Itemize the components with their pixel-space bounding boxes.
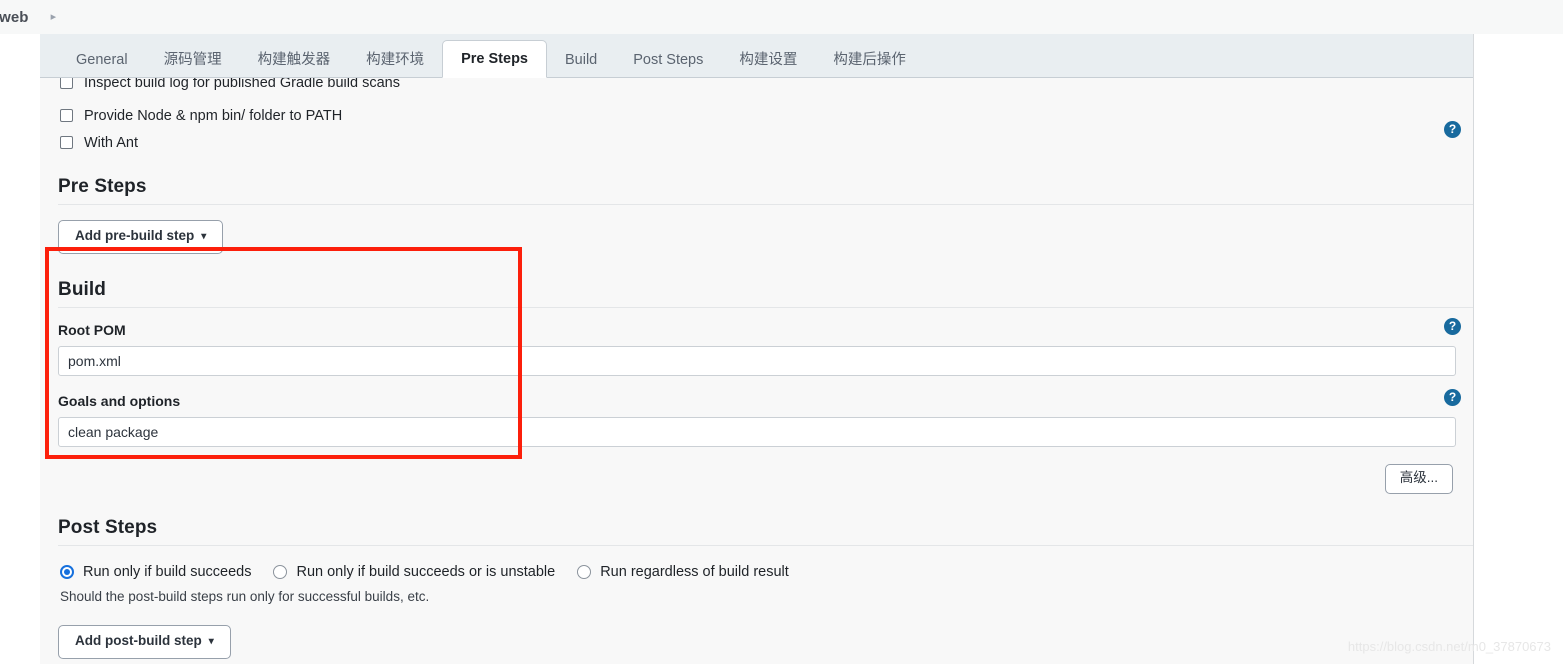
config-tab-bar: General 源码管理 构建触发器 构建环境 Pre Steps Build … [40,34,1473,78]
checkbox-row-with-ant[interactable]: With Ant ? [40,121,1473,156]
tab-build-triggers[interactable]: 构建触发器 [240,42,349,78]
breadcrumb: -web ▸ [0,0,1563,34]
tab-general[interactable]: General [58,42,146,78]
add-post-build-step-button[interactable]: Add post-build step ▾ [58,624,231,659]
tab-post-build-actions[interactable]: 构建后操作 [815,42,924,78]
radio-label-run-regardless-of-build-result: Run regardless of build result [600,563,789,580]
radio-label-run-only-if-build-succeeds: Run only if build succeeds [83,563,252,580]
tab-build[interactable]: Build [547,42,615,78]
goals-and-options-input[interactable] [58,416,1456,447]
radio-label-run-only-if-succeeds-or-unstable: Run only if build succeeds or is unstabl… [296,563,556,580]
checkbox-label-with-ant: With Ant [84,134,138,151]
help-icon-with-ant[interactable]: ? [1444,121,1461,138]
watermark-text: https://blog.csdn.net/m0_37870673 [1347,639,1551,654]
help-icon-root-pom[interactable]: ? [1444,317,1461,335]
add-pre-build-step-button[interactable]: Add pre-build step ▾ [58,220,224,254]
tab-build-settings[interactable]: 构建设置 [721,42,815,78]
add-pre-build-step-label: Add pre-build step [75,228,195,243]
post-steps-hint-text: Should the post-build steps run only for… [60,588,430,604]
chevron-down-icon: ▾ [201,231,207,242]
config-form-body: Inspect build log for published Gradle b… [40,78,1473,663]
radio-run-only-if-succeeds-or-unstable[interactable] [273,564,288,579]
checkbox-row-gradle-build-scans[interactable]: Inspect build log for published Gradle b… [60,78,400,96]
tab-pre-steps[interactable]: Pre Steps [442,40,547,78]
section-title-build: Build [58,278,106,300]
checkbox-row-provide-node-npm[interactable]: Provide Node & npm bin/ folder to PATH [40,102,1473,129]
checkbox-label-gradle-build-scans: Inspect build log for published Gradle b… [84,78,400,91]
tab-source-code-management[interactable]: 源码管理 [146,42,240,78]
help-icon-goals-and-options[interactable]: ? [1444,388,1461,406]
breadcrumb-current-item[interactable]: -web [0,9,29,26]
advanced-button[interactable]: 高级... [1384,463,1453,494]
checkbox-label-provide-node-npm: Provide Node & npm bin/ folder to PATH [84,107,343,124]
jenkins-job-config-page: -web ▸ General 源码管理 构建触发器 构建环境 Pre Steps… [0,0,1563,664]
root-pom-input[interactable] [58,345,1456,376]
config-panel: General 源码管理 构建触发器 构建环境 Pre Steps Build … [40,34,1474,664]
tab-post-steps[interactable]: Post Steps [615,42,721,78]
add-post-build-step-label: Add post-build step [75,632,202,648]
chevron-down-icon: ▾ [208,635,214,647]
section-title-post-steps: Post Steps [58,516,158,538]
section-title-pre-steps: Pre Steps [58,176,147,197]
field-label-root-pom: Root POM [58,321,126,338]
checkbox-provide-node-npm[interactable] [60,109,73,122]
checkbox-with-ant[interactable] [60,136,73,149]
tab-build-environment[interactable]: 构建环境 [348,42,442,78]
checkbox-gradle-build-scans[interactable] [60,78,73,89]
field-label-goals-and-options: Goals and options [58,392,181,409]
chevron-right-icon: ▸ [50,10,57,23]
radio-run-only-if-build-succeeds[interactable] [60,564,74,579]
radio-run-regardless-of-build-result[interactable] [577,564,592,579]
